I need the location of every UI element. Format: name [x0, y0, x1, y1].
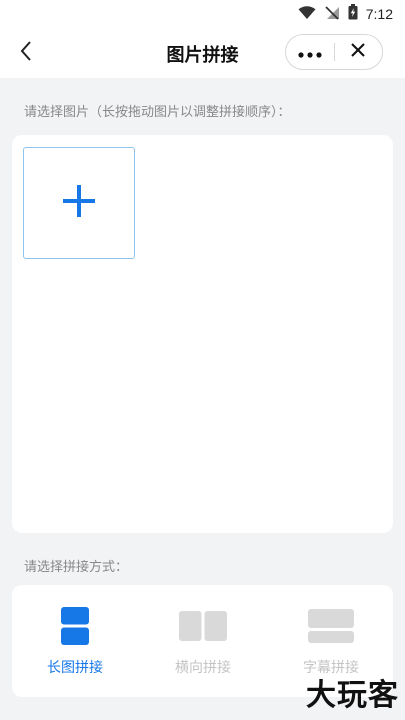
status-bar: 7:12: [0, 0, 405, 28]
more-dots-icon: [298, 43, 322, 62]
status-time: 7:12: [365, 6, 393, 22]
mode-long-image[interactable]: 长图拼接: [25, 607, 125, 677]
nav-bar: 图片拼接: [0, 28, 405, 78]
select-mode-label: 请选择拼接方式：: [24, 560, 129, 575]
battery-charging-icon: [348, 4, 358, 24]
wifi-icon: [298, 5, 316, 24]
more-button[interactable]: [286, 34, 334, 70]
mode-horizontal[interactable]: 横向拼接: [153, 607, 253, 677]
select-images-label: 请选择图片（长按拖动图片以调整拼接顺序）：: [24, 105, 291, 120]
close-icon: [350, 42, 366, 62]
no-signal-icon: [324, 5, 340, 24]
mode-label: 长图拼接: [47, 660, 103, 676]
miniprogram-capsule: [285, 34, 383, 70]
subtitle-split-icon: [281, 607, 381, 645]
image-panel: [12, 135, 393, 533]
close-button[interactable]: [335, 34, 382, 70]
mode-label: 横向拼接: [175, 660, 231, 676]
horizontal-split-icon: [153, 607, 253, 645]
add-image-button[interactable]: [23, 147, 135, 259]
mode-subtitle[interactable]: 字幕拼接: [281, 607, 381, 677]
watermark-logo: 大玩客: [306, 678, 399, 713]
status-icons: 7:12: [298, 4, 393, 24]
plus-icon: [62, 184, 96, 222]
vertical-split-icon: [25, 607, 125, 645]
